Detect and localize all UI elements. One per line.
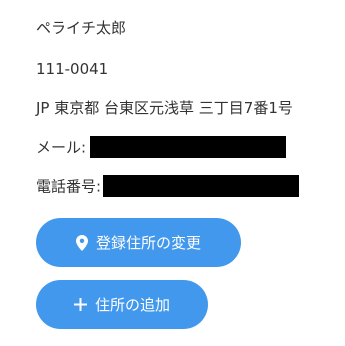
email-row: メール: [36,136,287,159]
email-label: メール: [36,138,87,157]
location-pin-icon [75,234,88,251]
phone-label: 電話番号: [36,177,102,196]
add-address-button[interactable]: 住所の追加 [36,280,208,329]
phone-row: 電話番号: [36,175,300,198]
plus-icon [73,298,87,311]
email-redaction [90,136,287,158]
street-address: JP 東京都 台東区元浅草 三丁目7番1号 [36,99,293,117]
add-address-label: 住所の追加 [94,296,170,314]
postal-code: 111-0041 [36,60,109,78]
change-address-button[interactable]: 登録住所の変更 [36,218,241,267]
customer-name: ペライチ太郎 [36,19,127,37]
phone-redaction [103,175,300,197]
change-address-label: 登録住所の変更 [95,234,201,252]
